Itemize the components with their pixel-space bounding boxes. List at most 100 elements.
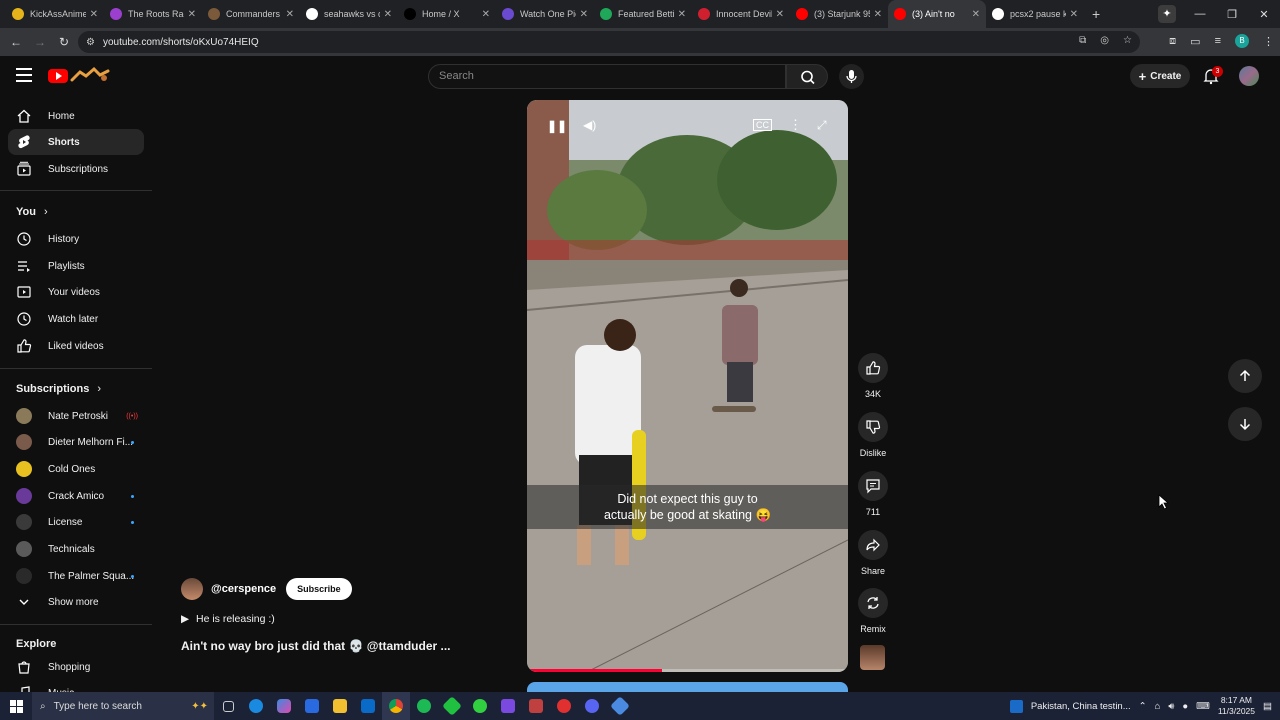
- sidebar-item[interactable]: Shopping: [8, 654, 144, 680]
- news-headline[interactable]: Pakistan, China testin...: [1031, 701, 1131, 712]
- spotify-icon[interactable]: [410, 692, 438, 720]
- forward-icon[interactable]: →: [28, 35, 52, 49]
- tab-close-icon[interactable]: ✕: [874, 9, 882, 20]
- voice-search-button[interactable]: [839, 64, 864, 89]
- remix-button[interactable]: Remix: [855, 588, 891, 634]
- tab-close-icon[interactable]: ✕: [1070, 9, 1078, 20]
- sidebar-item[interactable]: Home: [8, 103, 144, 129]
- media-control-icon[interactable]: ≡: [1215, 35, 1221, 47]
- tab-close-icon[interactable]: ✕: [188, 9, 196, 20]
- tray-chevron-icon[interactable]: ⌃: [1139, 701, 1147, 712]
- chrome-icon[interactable]: [382, 692, 410, 720]
- subscribe-button[interactable]: Subscribe: [286, 578, 352, 600]
- tab-close-icon[interactable]: ✕: [90, 9, 98, 20]
- keyboard-icon[interactable]: ⌨: [1196, 701, 1210, 712]
- sidebar-item[interactable]: License: [8, 509, 144, 535]
- browser-menu-icon[interactable]: ⋮: [1263, 35, 1274, 48]
- sidebar-item[interactable]: Shorts: [8, 129, 144, 155]
- app-dark-icon[interactable]: [550, 692, 578, 720]
- edge-icon[interactable]: [242, 692, 270, 720]
- pause-icon[interactable]: ❚❚: [547, 119, 567, 133]
- app-blue-icon[interactable]: [606, 692, 634, 720]
- more-options-icon[interactable]: ⋮: [789, 117, 802, 133]
- dislike-button[interactable]: Dislike: [855, 412, 891, 458]
- browser-tab[interactable]: Commanders ✕: [202, 0, 300, 28]
- browser-profile-avatar[interactable]: B: [1235, 34, 1249, 48]
- sidebar-item[interactable]: Technicals: [8, 536, 144, 562]
- sidebar-item[interactable]: Liked videos: [8, 333, 144, 359]
- share-button[interactable]: Share: [855, 530, 891, 576]
- browser-tab[interactable]: KickAssAnime ✕: [6, 0, 104, 28]
- channel-avatar[interactable]: [181, 578, 203, 600]
- microphone-tray-icon[interactable]: ●: [1182, 701, 1188, 712]
- taskbar-search[interactable]: ⌕ Type here to search ✦✦: [32, 692, 214, 720]
- sidebar-item[interactable]: Dieter Melhorn Fi...: [8, 429, 144, 455]
- browser-tab[interactable]: (3) Starjunk 95 ✕: [790, 0, 888, 28]
- tab-close-icon[interactable]: ✕: [482, 9, 490, 20]
- app-purple-icon[interactable]: [494, 692, 522, 720]
- sidebar-item[interactable]: Playlists: [8, 253, 144, 279]
- youtube-doodle-logo[interactable]: [70, 66, 112, 84]
- close-window-icon[interactable]: ✕: [1248, 8, 1280, 21]
- menu-hamburger-icon[interactable]: [16, 68, 32, 82]
- store-icon[interactable]: [298, 692, 326, 720]
- address-bar[interactable]: ⚙ youtube.com/shorts/oKxUo74HEIQ ⧉ ◎ ☆: [78, 31, 1140, 53]
- browser-tab[interactable]: Featured Betting ✕: [594, 0, 692, 28]
- back-icon[interactable]: ←: [4, 35, 28, 49]
- outlook-icon[interactable]: [354, 692, 382, 720]
- browser-tab[interactable]: (3) Ain't no ✕: [888, 0, 986, 28]
- create-button[interactable]: + Create: [1130, 64, 1190, 88]
- xbox-icon[interactable]: [466, 692, 494, 720]
- task-view-icon[interactable]: [214, 692, 242, 720]
- gemini-sparkle-icon[interactable]: ✦: [1158, 5, 1176, 23]
- shorts-video-player[interactable]: ❚❚ ◀) CC ⋮ ⤢ Did not expect this guy to …: [527, 100, 848, 672]
- minimize-icon[interactable]: —: [1184, 8, 1216, 20]
- next-short-button[interactable]: [1228, 407, 1262, 441]
- sidebar-item[interactable]: Crack Amico: [8, 483, 144, 509]
- browser-tab[interactable]: Innocent Devil ✕: [692, 0, 790, 28]
- tab-close-icon[interactable]: ✕: [678, 9, 686, 20]
- game-app-icon[interactable]: [438, 692, 466, 720]
- media-app-icon[interactable]: [522, 692, 550, 720]
- volume-icon[interactable]: ◀): [583, 118, 596, 132]
- account-avatar[interactable]: [1239, 66, 1259, 86]
- copilot-icon[interactable]: [270, 692, 298, 720]
- discord-icon[interactable]: [578, 692, 606, 720]
- split-view-icon[interactable]: ▭: [1190, 35, 1200, 48]
- sidebar-item[interactable]: Nate Petroski ((•)): [8, 403, 144, 429]
- browser-tab[interactable]: Watch One Piece ✕: [496, 0, 594, 28]
- network-icon[interactable]: ⌂: [1155, 701, 1161, 712]
- audio-source-avatar[interactable]: [860, 645, 885, 670]
- new-tab-icon[interactable]: +: [1092, 6, 1100, 22]
- youtube-logo[interactable]: [48, 69, 68, 83]
- browser-tab[interactable]: seahawks vs co ✕: [300, 0, 398, 28]
- extensions-icon[interactable]: ⧈: [1169, 35, 1176, 48]
- fullscreen-icon[interactable]: ⤢: [817, 118, 827, 133]
- reload-icon[interactable]: ↻: [52, 35, 76, 49]
- news-widget-icon[interactable]: [1009, 699, 1023, 713]
- file-explorer-icon[interactable]: [326, 692, 354, 720]
- site-info-icon[interactable]: ⚙: [86, 37, 95, 48]
- subscriptions-section-heading[interactable]: Subscriptions ›: [16, 383, 101, 395]
- search-input[interactable]: Search: [428, 64, 786, 89]
- like-button[interactable]: 34K: [855, 353, 891, 399]
- speaker-icon[interactable]: 🔊︎: [1168, 701, 1174, 712]
- sidebar-item[interactable]: History: [8, 226, 144, 252]
- tab-close-icon[interactable]: ✕: [384, 9, 392, 20]
- browser-tab[interactable]: Home / X ✕: [398, 0, 496, 28]
- sidebar-item[interactable]: Your videos: [8, 279, 144, 305]
- you-section-heading[interactable]: You ›: [16, 206, 48, 218]
- install-app-icon[interactable]: ⧉: [1079, 35, 1086, 46]
- restore-icon[interactable]: ❐: [1216, 8, 1248, 21]
- sidebar-item[interactable]: Music: [8, 680, 144, 692]
- tab-close-icon[interactable]: ✕: [776, 9, 784, 20]
- windows-start-button[interactable]: [0, 692, 32, 720]
- previous-short-button[interactable]: [1228, 359, 1262, 393]
- next-short-preview[interactable]: [527, 682, 848, 692]
- channel-name[interactable]: @cerspence: [211, 583, 276, 595]
- notifications-center-icon[interactable]: ▤: [1263, 701, 1272, 712]
- sidebar-item[interactable]: The Palmer Squa...: [8, 563, 144, 589]
- short-title[interactable]: Ain't no way bro just did that 💀 @ttamdu…: [181, 639, 451, 653]
- sidebar-item[interactable]: Subscriptions: [8, 156, 144, 182]
- comments-button[interactable]: 711: [855, 471, 891, 517]
